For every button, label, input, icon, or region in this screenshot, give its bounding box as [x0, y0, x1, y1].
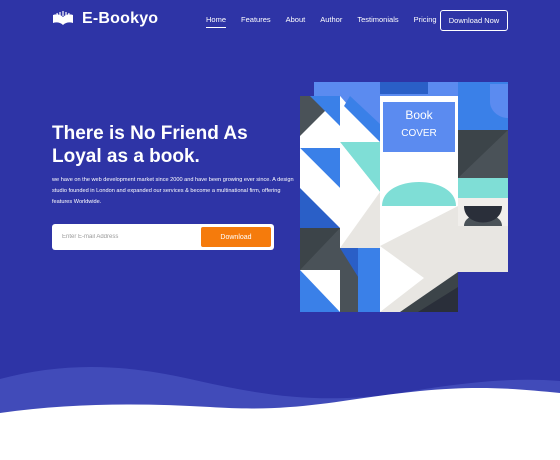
- download-button[interactable]: Download: [201, 227, 271, 247]
- nav-item-home[interactable]: Home: [206, 15, 227, 28]
- landing-page: E-Bookyo Home Features About Author Test…: [0, 0, 560, 460]
- nav-item-author[interactable]: Author: [320, 15, 342, 24]
- email-subscribe-form: Download: [52, 224, 274, 250]
- nav-item-testimonials[interactable]: Testimonials: [357, 15, 398, 24]
- book-cover-illustration: Book COVER: [300, 82, 508, 312]
- download-now-button[interactable]: Download Now: [440, 10, 508, 31]
- open-book-icon: [53, 11, 73, 25]
- cover-subtitle: COVER: [401, 128, 437, 139]
- cover-title: Book: [405, 108, 433, 122]
- brand-name: E-Bookyo: [82, 10, 159, 27]
- main-menu: Home Features About Author Testimonials …: [206, 15, 452, 28]
- bottom-wave: [0, 367, 560, 460]
- hero-description: we have on the web development market si…: [52, 177, 294, 205]
- nav-item-about[interactable]: About: [286, 15, 306, 24]
- brand-logo[interactable]: E-Bookyo: [52, 10, 158, 28]
- nav-item-features[interactable]: Features: [241, 15, 271, 24]
- nav-item-pricing[interactable]: Pricing: [414, 15, 437, 24]
- cover-title-box: Book COVER: [383, 102, 455, 152]
- email-input[interactable]: [62, 229, 202, 245]
- top-navigation: E-Bookyo Home Features About Author Test…: [0, 0, 560, 42]
- hero-title: There is No Friend As Loyal as a book.: [52, 123, 248, 167]
